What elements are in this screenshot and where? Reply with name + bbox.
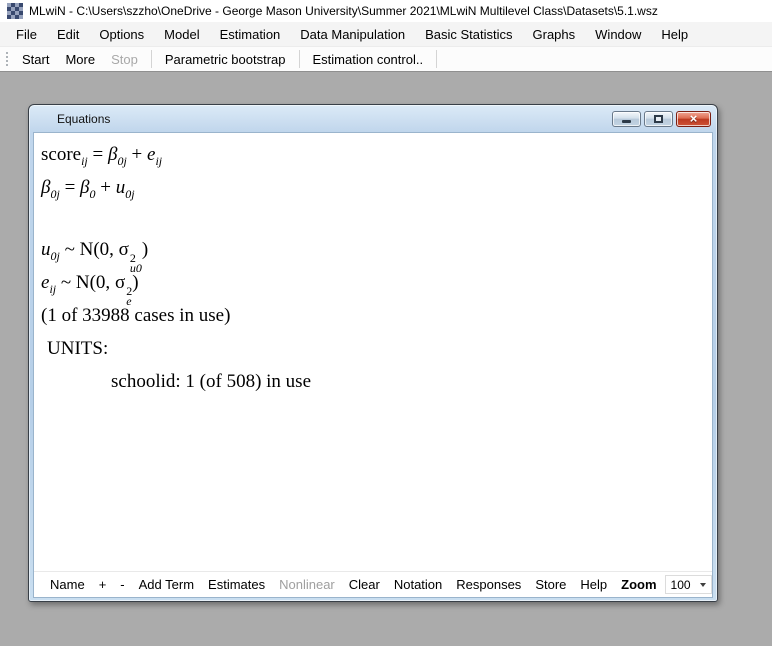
- stop-button[interactable]: Stop: [103, 49, 146, 70]
- equation-response-model[interactable]: scoreij = β0j + eij: [41, 139, 708, 172]
- equations-footer-toolbar: Name + - Add Term Estimates Nonlinear Cl…: [34, 571, 712, 597]
- menu-file[interactable]: File: [6, 24, 47, 45]
- equations-window: Equations × scoreij = β0j + eij β0j = β0…: [28, 104, 718, 602]
- menu-model[interactable]: Model: [154, 24, 209, 45]
- clear-button[interactable]: Clear: [342, 575, 387, 594]
- units-schoolid-text: schoolid: 1 (of 508) in use: [41, 366, 708, 399]
- menu-window[interactable]: Window: [585, 24, 651, 45]
- menu-basic-statistics[interactable]: Basic Statistics: [415, 24, 522, 45]
- mlwin-app-icon: [7, 3, 23, 19]
- cases-in-use-text: (1 of 33988 cases in use): [41, 300, 708, 333]
- estimates-button[interactable]: Estimates: [201, 575, 272, 594]
- toolbar-separator: [151, 50, 152, 68]
- minimize-icon: [622, 120, 631, 123]
- help-button[interactable]: Help: [573, 575, 614, 594]
- equation-level2-distribution[interactable]: u0j ~ N(0, σ2u0): [41, 234, 708, 267]
- menu-bar: File Edit Options Model Estimation Data …: [0, 22, 772, 47]
- menu-help[interactable]: Help: [651, 24, 698, 45]
- mdi-client-area: Equations × scoreij = β0j + eij β0j = β0…: [0, 72, 772, 646]
- responses-button[interactable]: Responses: [449, 575, 528, 594]
- app-title: MLwiN - C:\Users\szzho\OneDrive - George…: [29, 4, 658, 18]
- remove-minus-button[interactable]: -: [113, 575, 131, 594]
- app-titlebar[interactable]: MLwiN - C:\Users\szzho\OneDrive - George…: [0, 0, 772, 22]
- equations-window-titlebar[interactable]: Equations ×: [29, 105, 717, 132]
- close-button[interactable]: ×: [676, 111, 711, 127]
- equation-intercept-model[interactable]: β0j = β0 + u0j: [41, 172, 708, 205]
- menu-data-manipulation[interactable]: Data Manipulation: [290, 24, 415, 45]
- equation-spacer: [41, 205, 708, 234]
- zoom-value: 100: [671, 578, 691, 592]
- toolbar-separator: [299, 50, 300, 68]
- maximize-icon: [654, 115, 663, 123]
- add-term-button[interactable]: Add Term: [132, 575, 201, 594]
- estimation-control-button[interactable]: Estimation control..: [305, 49, 432, 70]
- estimation-toolbar: Start More Stop Parametric bootstrap Est…: [0, 47, 772, 72]
- nonlinear-button[interactable]: Nonlinear: [272, 575, 342, 594]
- more-button[interactable]: More: [57, 49, 103, 70]
- dropdown-arrow-icon[interactable]: [700, 583, 706, 587]
- zoom-select[interactable]: 100: [665, 575, 712, 594]
- equations-content: scoreij = β0j + eij β0j = β0 + u0j u0j ~…: [33, 132, 713, 598]
- equations-display-area: scoreij = β0j + eij β0j = β0 + u0j u0j ~…: [34, 133, 712, 571]
- maximize-button[interactable]: [644, 111, 673, 127]
- window-controls: ×: [612, 111, 711, 127]
- minimize-button[interactable]: [612, 111, 641, 127]
- close-icon: ×: [690, 112, 698, 126]
- equations-window-title: Equations: [57, 112, 110, 126]
- toolbar-grip-handle[interactable]: [5, 51, 9, 67]
- menu-options[interactable]: Options: [89, 24, 154, 45]
- menu-edit[interactable]: Edit: [47, 24, 89, 45]
- store-button[interactable]: Store: [528, 575, 573, 594]
- menu-estimation[interactable]: Estimation: [210, 24, 291, 45]
- notation-button[interactable]: Notation: [387, 575, 449, 594]
- units-label: UNITS:: [41, 333, 708, 366]
- name-button[interactable]: Name: [43, 575, 92, 594]
- start-button[interactable]: Start: [14, 49, 57, 70]
- menu-graphs[interactable]: Graphs: [523, 24, 586, 45]
- toolbar-separator: [436, 50, 437, 68]
- add-plus-button[interactable]: +: [92, 575, 114, 594]
- parametric-bootstrap-button[interactable]: Parametric bootstrap: [157, 49, 294, 70]
- zoom-label: Zoom: [614, 575, 659, 594]
